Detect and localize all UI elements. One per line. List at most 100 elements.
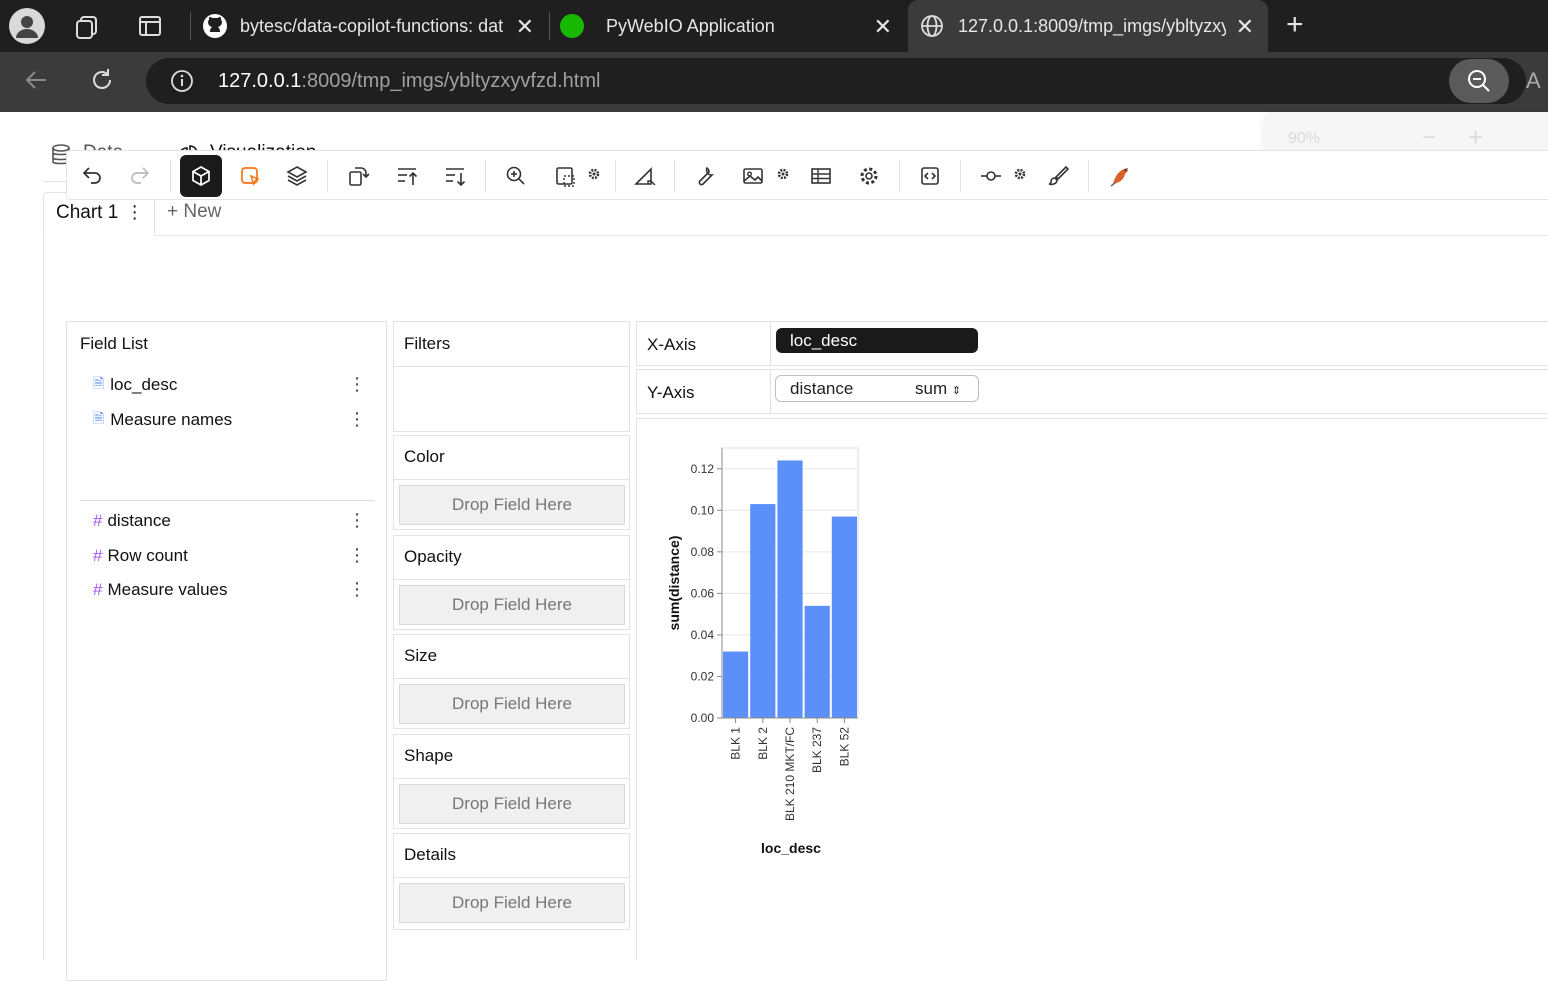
transpose-button[interactable] [338,157,378,195]
x-axis-field-pill[interactable]: loc_desc [776,328,978,353]
field-name: Measure names [110,410,233,429]
bar-chart: 0.00 0.02 0.04 0.06 0.08 0.10 0.12 BLK 1 BLK 2 BL… [666,447,859,856]
export-code-button[interactable] [910,157,950,195]
gear-small-icon[interactable] [1013,167,1027,181]
details-channel: Details Drop Field Here [393,833,630,930]
filters-drop-area[interactable] [394,367,629,431]
address-bar-row: 127.0.0.1:8009/tmp_imgs/ybltyzxyvfzd.htm… [0,52,1548,112]
drop-zone[interactable]: Drop Field Here [399,883,625,923]
aggregation-select[interactable]: sum ⇕ [915,376,961,404]
workspaces-icon[interactable] [74,14,100,40]
y-tick-label: 0.00 [691,711,715,725]
geom-button[interactable] [625,157,665,195]
undo-button[interactable] [72,157,112,195]
redo-button[interactable] [120,157,160,195]
image-icon [743,168,763,184]
more-vertical-icon[interactable]: ⋮ [348,545,366,566]
y-tick-label: 0.02 [691,669,715,683]
bar [777,460,803,718]
read-aloud-icon[interactable]: A [1526,68,1541,94]
export-image-button[interactable] [733,157,773,195]
y-tick-label: 0.12 [691,462,715,476]
table-icon [811,168,831,184]
gear-small-icon[interactable] [776,167,790,181]
settings-button[interactable] [849,157,889,195]
layout-size-button[interactable] [545,157,585,195]
tab-title: bytesc/data-copilot-functions: dat [240,15,504,36]
more-vertical-icon[interactable]: ⋮ [126,202,144,222]
info-icon[interactable] [170,69,194,93]
tab-github[interactable]: bytesc/data-copilot-functions: dat ✕ [196,0,548,52]
aggregation-value: sum [915,379,948,398]
interactive-toggle-button[interactable] [230,157,270,195]
y-tick-label: 0.06 [691,586,715,600]
zoom-in-icon [506,166,525,185]
bar [831,516,857,718]
field-measure[interactable]: # distance ⋮ [67,506,386,536]
x-tick-label: BLK 2 [756,727,770,760]
y-tick-label: 0.04 [691,628,715,642]
bar [723,651,749,718]
sort-descending-button[interactable] [435,157,475,195]
new-tab-icon[interactable]: + [1286,10,1314,40]
more-vertical-icon[interactable]: ⋮ [348,510,366,531]
drop-zone[interactable]: Drop Field Here [399,784,625,824]
gear-small-icon[interactable] [587,167,601,181]
url-field[interactable]: 127.0.0.1:8009/tmp_imgs/ybltyzxyvfzd.htm… [146,58,1541,104]
debug-button[interactable] [685,157,725,195]
field-measure[interactable]: # Measure values ⋮ [67,575,386,605]
chart-toolbar [66,150,1548,200]
zoom-indicator-button[interactable] [1449,59,1509,103]
zoom-out-icon [1468,70,1490,92]
drop-zone[interactable]: Drop Field Here [399,585,625,625]
close-icon[interactable]: ✕ [874,14,892,40]
table-button[interactable] [801,157,841,195]
profile-avatar[interactable] [9,8,45,44]
tab-active-page[interactable]: 127.0.0.1:8009/tmp_imgs/ybltyzxy ✕ [908,0,1268,52]
new-chart-button[interactable]: + New [167,201,221,223]
commit-node-icon [981,171,1001,181]
paint-button[interactable] [1038,157,1078,195]
drop-zone[interactable]: Drop Field Here [399,485,625,525]
close-icon[interactable]: ✕ [516,14,534,40]
bar [750,504,776,718]
workflow-button[interactable] [971,157,1011,195]
sort-ascending-button[interactable] [387,157,427,195]
y-tick-label: 0.10 [691,503,715,517]
mark-type-button[interactable] [180,155,222,197]
person-icon [16,16,38,38]
field-dimension[interactable]: 🗎 Measure names ⋮ [67,405,386,435]
chart-canvas: 0.00 0.02 0.04 0.06 0.08 0.10 0.12 BLK 1 BLK 2 BL… [636,418,1548,960]
drop-zone[interactable]: Drop Field Here [399,684,625,724]
globe-icon [921,15,943,37]
close-icon[interactable]: ✕ [1236,14,1254,40]
more-vertical-icon[interactable]: ⋮ [348,409,366,430]
channel-title: Shape [404,746,454,765]
cursor-square-icon [241,167,260,187]
y-axis-label: Y-Axis [647,383,695,402]
chevron-updown-icon: ⇕ [951,385,962,397]
more-vertical-icon[interactable]: ⋮ [348,579,366,600]
sort-descending-icon [446,168,466,187]
field-dimension[interactable]: 🗎 loc_desc ⋮ [67,370,386,400]
back-icon[interactable] [22,66,50,94]
tab-strip: bytesc/data-copilot-functions: dat ✕ PyW… [0,0,1548,52]
tab-actions-icon[interactable] [138,14,162,38]
more-vertical-icon[interactable]: ⋮ [348,374,366,395]
x-axis-label: X-Axis [647,335,697,354]
document-icon: 🗎 [93,375,105,391]
y-axis-shelf: Y-Axis [636,369,1548,414]
kanaries-logo-button[interactable] [1099,157,1139,195]
hash-icon: # [93,546,103,565]
code-icon [921,167,939,185]
field-measure[interactable]: # Row count ⋮ [67,541,386,571]
tab-pywebio[interactable]: PyWebIO Application ✕ [552,0,906,52]
zoom-button[interactable] [496,157,536,195]
reload-icon[interactable] [88,66,116,94]
field-name: distance [107,511,171,530]
bird-logo-icon [1110,168,1128,187]
tab-title: PyWebIO Application [606,15,775,36]
y-axis-field-pill[interactable]: distance sum ⇕ [775,375,979,402]
undo-icon [82,167,101,184]
stack-button[interactable] [277,157,317,195]
